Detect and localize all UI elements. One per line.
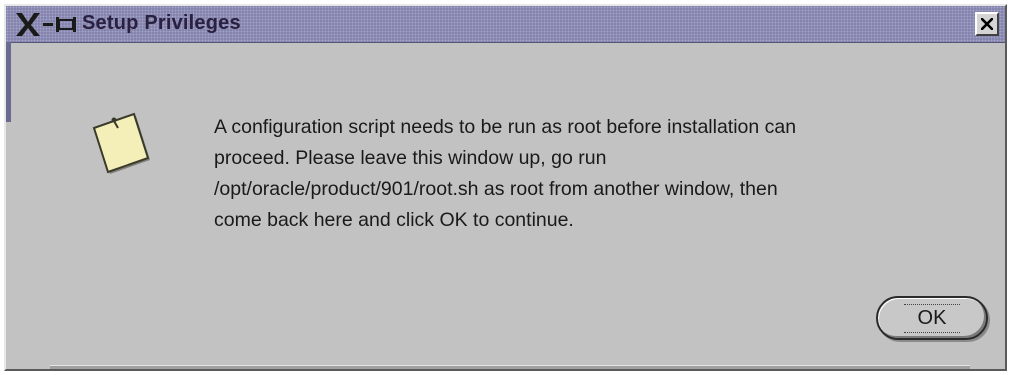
bottom-divider <box>50 365 970 369</box>
message-line: proceed. Please leave this window up, go… <box>214 147 607 169</box>
message-line: /opt/oracle/product/901/root.sh as root … <box>214 178 778 200</box>
x-window-menu-icon[interactable] <box>14 11 80 37</box>
window-edge <box>6 42 11 122</box>
close-button[interactable] <box>975 12 999 36</box>
note-icon <box>84 106 154 176</box>
close-icon <box>981 18 993 30</box>
ok-button[interactable]: OK <box>876 296 988 340</box>
window-title: Setup Privileges <box>82 12 241 34</box>
message-line: come back here and click OK to continue. <box>214 209 574 231</box>
title-bar[interactable]: Setup Privileges <box>6 6 1005 43</box>
message-text: A configuration script needs to be run a… <box>214 112 984 236</box>
setup-privileges-dialog: Setup Privileges A configuration script … <box>4 4 1007 371</box>
ok-button-label: OK <box>903 303 961 333</box>
message-line: A configuration script needs to be run a… <box>214 116 797 138</box>
